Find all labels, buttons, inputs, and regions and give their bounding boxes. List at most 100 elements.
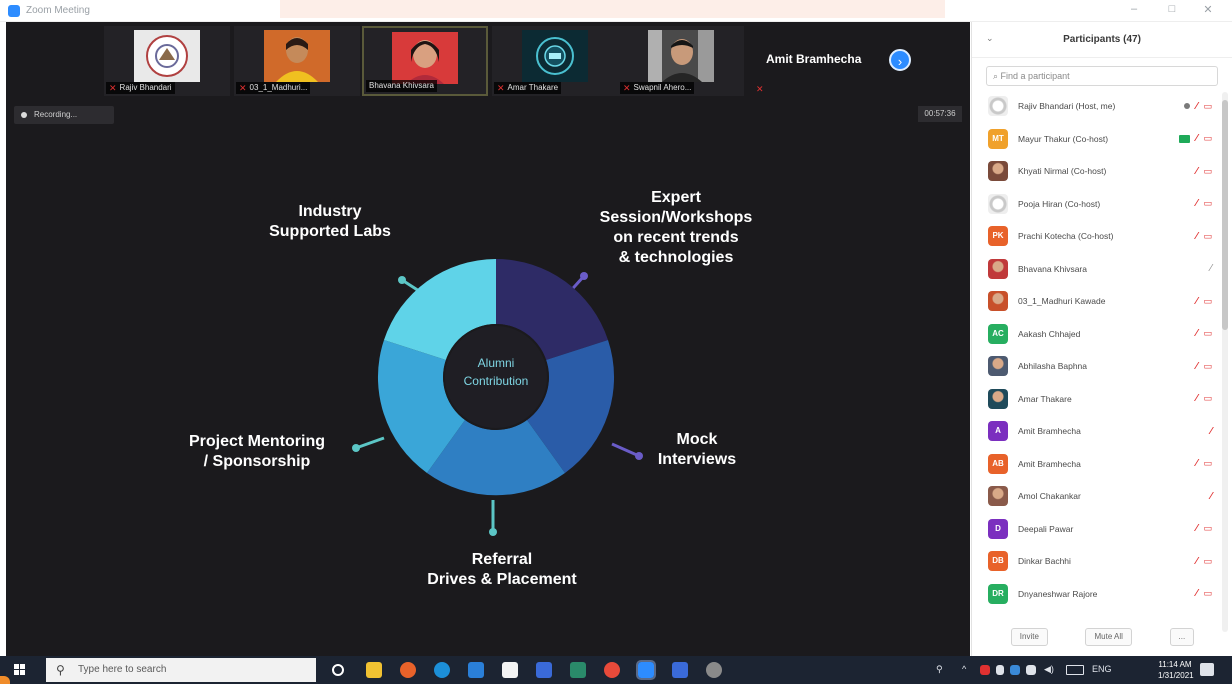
taskbar-search-box[interactable]: ⚲ Type here to search xyxy=(46,658,316,682)
volume-icon[interactable]: ◀) xyxy=(1044,664,1054,675)
mic-muted-icon: ⁄ xyxy=(1195,165,1198,177)
participant-row[interactable]: Rajiv Bhandari (Host, me) ⁄ ▭ xyxy=(972,90,1218,123)
mic-muted-icon: ⁄ xyxy=(1195,555,1198,567)
minimize-icon[interactable]: – xyxy=(1124,3,1144,15)
participant-name: Bhavana Khivsara xyxy=(1018,263,1087,274)
taskbar-clock[interactable]: 11:14 AM 1/31/2021 xyxy=(1158,659,1194,681)
file-explorer-icon[interactable] xyxy=(366,662,382,678)
label-line: Supported Labs xyxy=(269,223,391,240)
participant-name: Dinkar Bachhi xyxy=(1018,556,1071,567)
edge-icon[interactable] xyxy=(434,662,450,678)
video-tile[interactable]: ✕ Rajiv Bhandari xyxy=(104,26,230,96)
label-line: Project Mentoring xyxy=(188,433,325,450)
mute-all-button[interactable]: Mute All xyxy=(1085,628,1132,646)
video-off-icon: ▭ xyxy=(1203,360,1212,371)
edge-accent xyxy=(0,676,10,684)
browser-icon[interactable] xyxy=(400,662,416,678)
window-titlebar: Zoom Meeting – □ ✕ xyxy=(0,0,1232,22)
tray-app-icon[interactable] xyxy=(1010,665,1020,675)
store-icon[interactable] xyxy=(502,662,518,678)
participant-row[interactable]: AB Amit Bramhecha ⁄ ▭ xyxy=(972,448,1218,481)
search-icon: ⚲ xyxy=(56,663,65,677)
app-icon[interactable] xyxy=(536,662,552,678)
video-off-icon: ▭ xyxy=(1203,523,1212,533)
active-speaker-name: Amit Bramhecha xyxy=(766,52,862,66)
mail-icon[interactable] xyxy=(468,662,484,678)
participant-status-icons: ⁄ ▭ xyxy=(1196,513,1212,545)
video-off-icon: ▭ xyxy=(1203,100,1212,111)
center-label-line: Alumni xyxy=(477,356,515,370)
participant-search-input[interactable]: ⌕ Find a participant xyxy=(986,66,1218,86)
participant-name: Dnyaneshwar Rajore xyxy=(1018,588,1098,599)
notification-icon[interactable] xyxy=(1200,663,1214,676)
connector-dot xyxy=(580,272,588,280)
label-mock-interviews: Mock Interviews xyxy=(642,430,752,470)
keyboard-icon[interactable] xyxy=(1066,665,1084,675)
participant-row[interactable]: AC Aakash Chhajed ⁄ ▭ xyxy=(972,318,1218,351)
participant-row[interactable]: PK Prachi Kotecha (Co-host) ⁄ ▭ xyxy=(972,220,1218,253)
tray-app-icon[interactable] xyxy=(996,665,1004,675)
next-page-button[interactable]: › xyxy=(889,49,911,71)
label-line: on recent trends xyxy=(613,229,739,246)
hand-icon xyxy=(1183,103,1190,109)
tray-overflow-icon[interactable]: ^ xyxy=(962,664,966,674)
video-off-icon: ▭ xyxy=(1203,295,1212,306)
participant-name: Amar Thakare xyxy=(1018,393,1072,404)
mic-muted-icon: ⁄ xyxy=(1210,425,1212,437)
cortana-icon[interactable] xyxy=(332,664,344,676)
participant-status-icons: ⁄ ▭ xyxy=(1196,188,1212,220)
participant-avatar xyxy=(988,258,1008,279)
windows-start-icon[interactable] xyxy=(14,664,26,676)
video-tile[interactable]: ✕ Amar Thakare xyxy=(492,26,618,96)
video-off-icon: ▭ xyxy=(1203,230,1212,241)
scrollbar-thumb[interactable] xyxy=(1222,100,1228,330)
video-tile[interactable]: ✕ 03_1_Madhuri... xyxy=(234,26,360,96)
participant-avatar xyxy=(988,486,1008,507)
invite-button[interactable]: Invite xyxy=(1010,628,1048,646)
app-icon[interactable] xyxy=(706,662,722,678)
person-icon[interactable]: ⚲ xyxy=(936,664,943,675)
zoom-taskbar-icon[interactable] xyxy=(636,660,656,680)
mic-muted-icon: ⁄ xyxy=(1195,360,1198,372)
maximize-icon[interactable]: □ xyxy=(1162,3,1182,15)
mic-muted-icon: ✕ xyxy=(109,83,117,93)
video-tile-active[interactable]: Bhavana Khivsara xyxy=(362,26,488,96)
chrome-icon[interactable] xyxy=(604,662,620,678)
tray-app-icon[interactable] xyxy=(980,665,990,675)
participant-name: Mayur Thakur (Co-host) xyxy=(1018,133,1109,144)
participant-row[interactable]: D Deepali Pawar ⁄ ▭ xyxy=(972,513,1218,546)
label-project-mentoring: Project Mentoring / Sponsorship xyxy=(172,432,342,472)
screen-share-icon xyxy=(1178,134,1190,143)
shared-slide: Alumni Contribution Industry Supported L… xyxy=(6,122,970,656)
app-icon[interactable] xyxy=(672,662,688,678)
participant-status-icons: ⁄ xyxy=(1210,480,1212,512)
participant-row[interactable]: A Amit Bramhecha ⁄ xyxy=(972,415,1218,448)
participant-row[interactable]: Amol Chakankar ⁄ xyxy=(972,480,1218,513)
language-indicator[interactable]: ENG xyxy=(1092,664,1112,674)
participant-row[interactable]: 03_1_Madhuri Kawade ⁄ ▭ xyxy=(972,285,1218,318)
tile-nametag: Bhavana Khivsara xyxy=(366,80,437,92)
participant-row[interactable]: DB Dinkar Bachhi ⁄ ▭ xyxy=(972,545,1218,578)
label-line: / Sponsorship xyxy=(203,453,311,470)
participant-row[interactable]: DR Dnyaneshwar Rajore ⁄ ▭ xyxy=(972,578,1218,611)
label-referral-drives: Referral Drives & Placement xyxy=(402,550,602,590)
video-tile[interactable]: ✕ Swapnil Ahero... xyxy=(618,26,744,96)
terminal-icon[interactable] xyxy=(570,662,586,678)
close-icon[interactable]: ✕ xyxy=(1198,3,1218,16)
more-options-button[interactable]: ... xyxy=(1169,628,1195,646)
label-line: Session/Workshops xyxy=(599,209,753,226)
meeting-timer: 00:57:36 xyxy=(918,106,962,122)
network-icon[interactable] xyxy=(1026,665,1036,675)
participant-row[interactable]: MT Mayur Thakur (Co-host) ⁄ ▭ xyxy=(972,123,1218,156)
participant-status-icons: ⁄ ▭ xyxy=(1196,578,1212,610)
windows-taskbar: ⚲ Type here to search ⚲ ^ ◀) ENG 11:14 A… xyxy=(0,656,1232,684)
college-logo-icon xyxy=(134,30,200,82)
participant-row[interactable]: Abhilasha Baphna ⁄ ▭ xyxy=(972,350,1218,383)
participant-row[interactable]: Khyati Nirmal (Co-host) ⁄ ▭ xyxy=(972,155,1218,188)
panel-title: Participants (47) xyxy=(1063,34,1141,45)
participant-list-scrollbar[interactable] xyxy=(1222,92,1228,632)
video-off-icon: ▭ xyxy=(1203,588,1212,598)
participant-row[interactable]: Pooja Hiran (Co-host) ⁄ ▭ xyxy=(972,188,1218,221)
participant-row[interactable]: Bhavana Khivsara ⁄ xyxy=(972,253,1218,286)
participant-row[interactable]: Amar Thakare ⁄ ▭ xyxy=(972,383,1218,416)
